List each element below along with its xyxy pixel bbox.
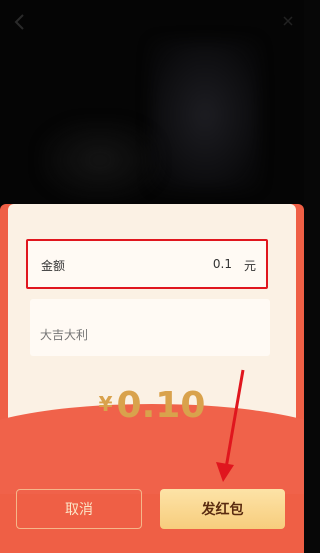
blurred-shape — [40, 120, 160, 200]
close-icon[interactable] — [282, 12, 294, 26]
send-red-packet-button[interactable]: 发红包 — [160, 489, 285, 529]
blurred-figure — [150, 40, 260, 190]
background-video — [0, 0, 304, 215]
currency-symbol: ¥ — [98, 392, 113, 416]
total-amount: ¥0.10 — [0, 385, 304, 426]
cancel-button[interactable]: 取消 — [16, 489, 142, 529]
amount-field[interactable]: 金额 0.1 元 — [26, 239, 268, 289]
amount-unit: 元 — [243, 259, 256, 273]
total-amount-value: 0.10 — [116, 385, 206, 426]
greeting-message-input[interactable] — [30, 299, 270, 356]
amount-value: 0.1 — [212, 257, 232, 271]
amount-label: 金额 — [41, 259, 66, 273]
chevron-left-icon[interactable] — [12, 12, 28, 32]
